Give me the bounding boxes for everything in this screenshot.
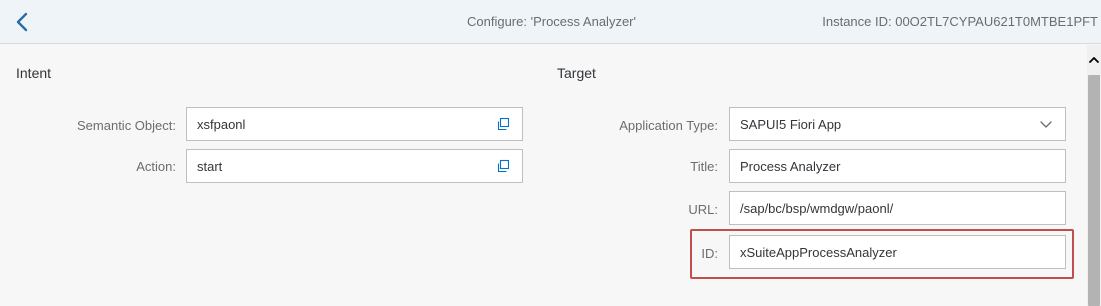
title-value: Process Analyzer — [740, 158, 841, 174]
target-section-title: Target — [557, 65, 596, 81]
scroll-thumb[interactable] — [1088, 75, 1100, 306]
main-content: Intent Target Semantic Object: xsfpaonl … — [0, 45, 1087, 306]
id-label: ID: — [701, 246, 718, 261]
url-value: /sap/bc/bsp/wmdgw/paonl/ — [740, 200, 894, 216]
semantic-object-label: Semantic Object: — [77, 118, 176, 133]
chevron-down-icon[interactable] — [1037, 115, 1055, 133]
title-label: Title: — [690, 159, 718, 174]
shell-header: Configure: 'Process Analyzer' Instance I… — [0, 0, 1101, 44]
semantic-object-value: xsfpaonl — [197, 116, 246, 132]
intent-section-title: Intent — [16, 65, 52, 81]
scroll-up-icon[interactable] — [1087, 53, 1101, 67]
action-label: Action: — [136, 159, 176, 174]
application-type-select[interactable]: SAPUI5 Fiori App — [729, 107, 1066, 141]
url-label: URL: — [688, 202, 718, 217]
id-value: xSuiteAppProcessAnalyzer — [740, 244, 897, 260]
action-value: start — [197, 158, 223, 174]
instance-id-label: Instance ID: 00O2TL7CYPAU621T0MTBE1PFT — [822, 14, 1098, 29]
application-type-value: SAPUI5 Fiori App — [740, 116, 842, 132]
semantic-object-input[interactable]: xsfpaonl — [186, 107, 523, 141]
id-input[interactable]: xSuiteAppProcessAnalyzer — [729, 235, 1066, 269]
title-input[interactable]: Process Analyzer — [729, 149, 1066, 183]
value-help-icon[interactable] — [494, 115, 512, 133]
application-type-label: Application Type: — [619, 118, 718, 133]
value-help-icon[interactable] — [494, 157, 512, 175]
vertical-scrollbar[interactable] — [1087, 45, 1101, 306]
action-input[interactable]: start — [186, 149, 523, 183]
url-input[interactable]: /sap/bc/bsp/wmdgw/paonl/ — [729, 191, 1066, 225]
